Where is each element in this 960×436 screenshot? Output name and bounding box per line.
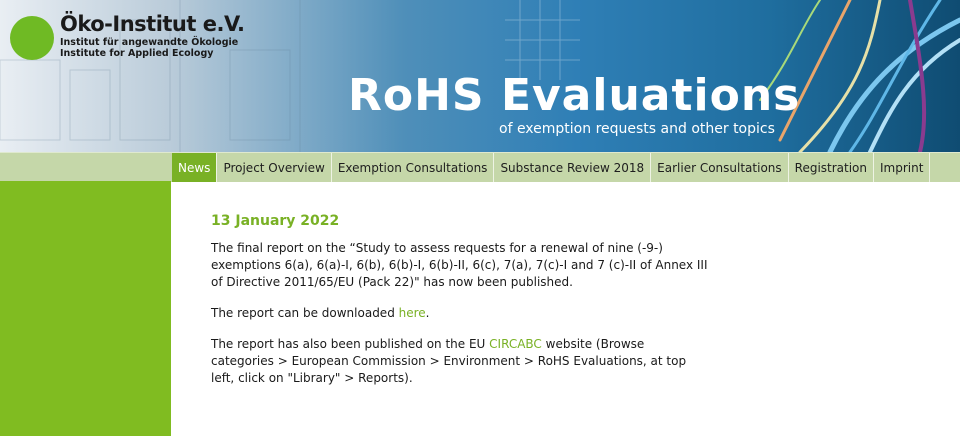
article-paragraph-2: The report can be downloaded here. — [211, 305, 711, 322]
article-paragraph-1: The final report on the “Study to assess… — [211, 241, 708, 289]
site-title: RoHS Evaluations — [348, 70, 801, 121]
nav-item-substance-review-2018[interactable]: Substance Review 2018 — [494, 153, 652, 182]
left-sidebar — [0, 181, 171, 436]
nav-item-exemption-consultations[interactable]: Exemption Consultations — [332, 153, 495, 182]
nav-item-imprint[interactable]: Imprint — [874, 153, 931, 182]
main-navigation-bar: News Project Overview Exemption Consulta… — [0, 152, 960, 182]
logo-subtitle-german: Institut für angewandte Ökologie — [60, 37, 239, 48]
paragraph-3-text: The report has also been published on th… — [211, 337, 490, 351]
paragraph-2-end: . — [425, 306, 430, 320]
logo-subtitle-english: Institute for Applied Ecology — [60, 48, 214, 59]
article-date: 13 January 2022 — [211, 213, 340, 229]
nav-item-project-overview[interactable]: Project Overview — [217, 153, 332, 182]
download-here-link[interactable]: here — [399, 306, 426, 320]
paragraph-2-text: The report can be downloaded — [211, 306, 399, 320]
circabc-link[interactable]: CIRCABC — [489, 337, 542, 351]
header-banner: Öko-Institut e.V. Institut für angewandt… — [0, 0, 960, 152]
main-navigation: News Project Overview Exemption Consulta… — [172, 153, 931, 182]
logo-name: Öko-Institut e.V. — [60, 12, 245, 36]
logo-mark-icon — [10, 16, 54, 60]
nav-item-registration[interactable]: Registration — [789, 153, 875, 182]
site-subtitle: of exemption requests and other topics — [499, 121, 775, 137]
nav-item-earlier-consultations[interactable]: Earlier Consultations — [651, 153, 789, 182]
nav-item-news[interactable]: News — [172, 153, 218, 182]
oeko-institut-logo[interactable]: Öko-Institut e.V. Institut für angewandt… — [10, 12, 245, 60]
article-paragraph-3: The report has also been published on th… — [211, 336, 711, 387]
news-article: 13 January 2022 The final report on the … — [211, 213, 711, 401]
